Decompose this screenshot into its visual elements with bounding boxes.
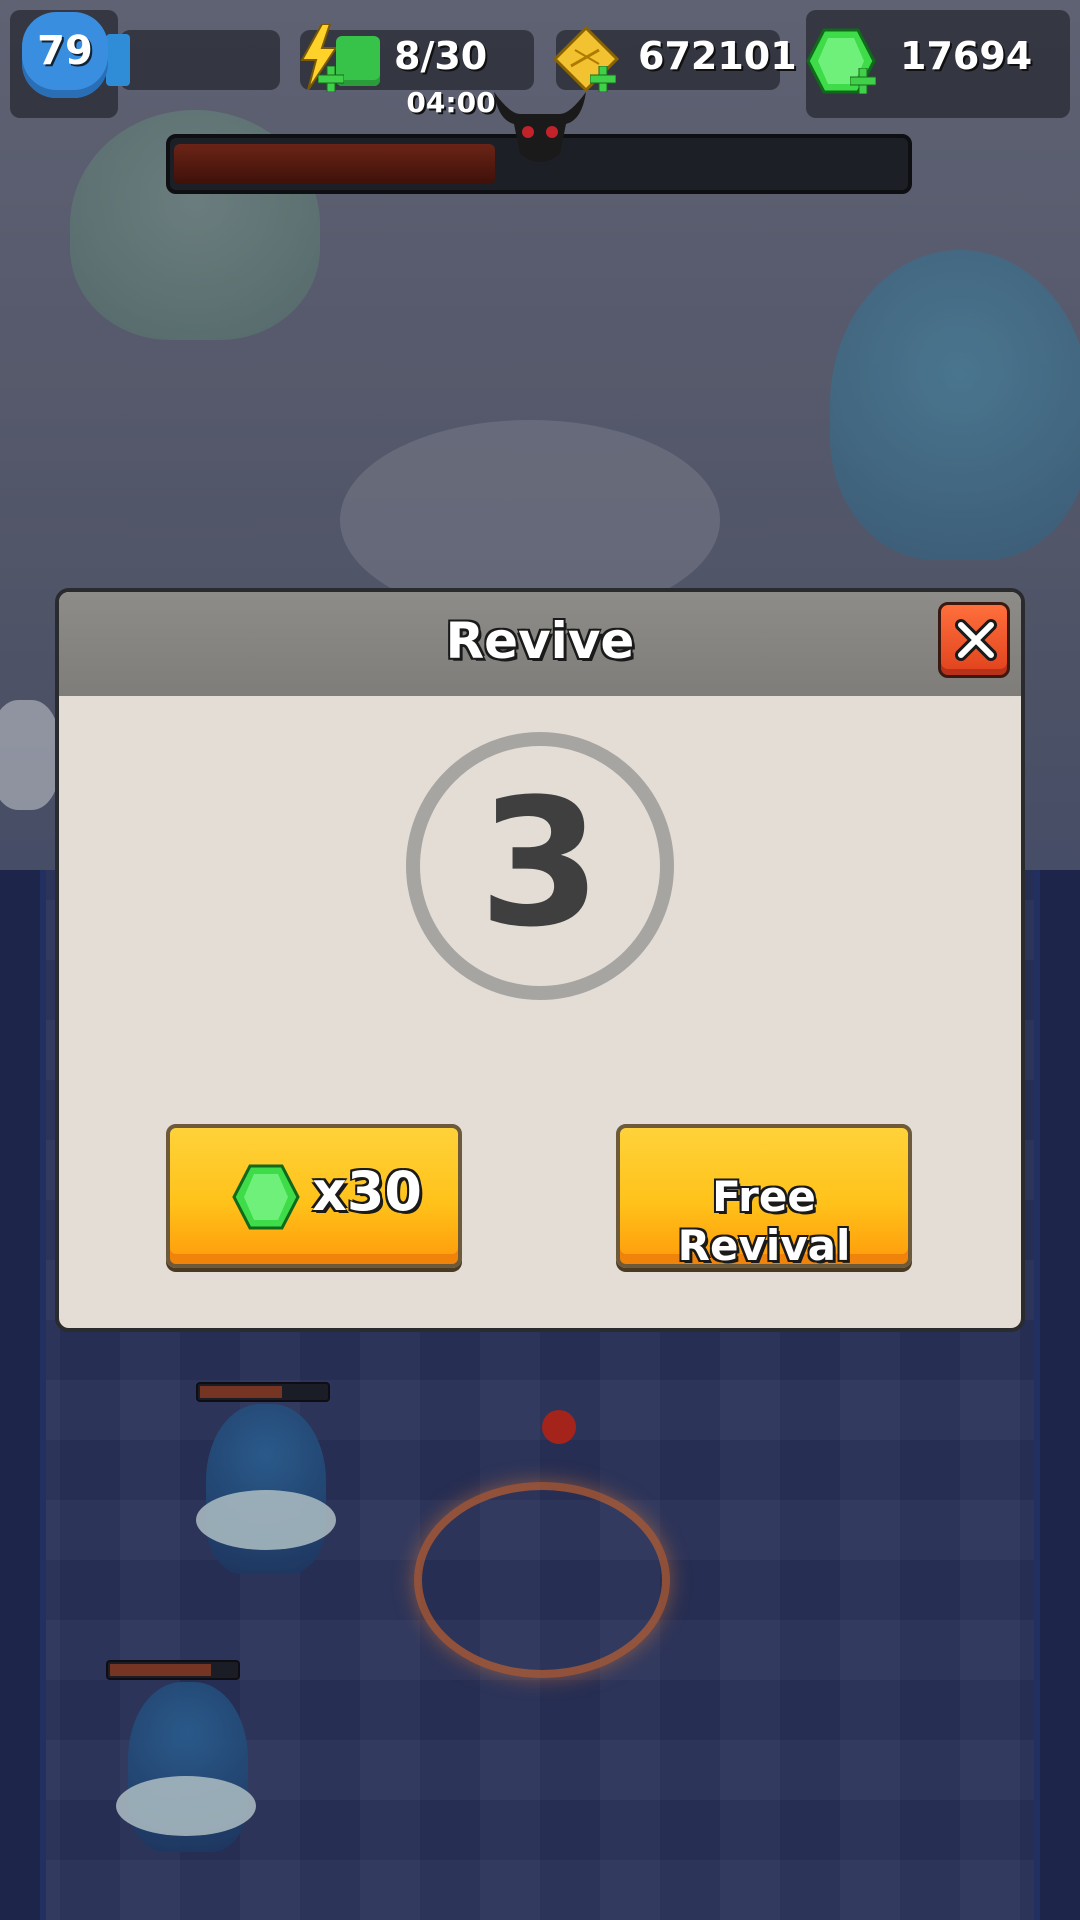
free-revival-button[interactable]: Free Revival [616, 1124, 912, 1270]
gem-icon [232, 1164, 300, 1230]
gem-cost-label: x30 [312, 1160, 422, 1223]
dialog-header: Revive [59, 592, 1021, 696]
energy-count: 8/30 [394, 34, 488, 78]
player-level: 79 [37, 28, 93, 74]
xp-bar [106, 34, 130, 86]
add-energy-icon[interactable] [318, 66, 344, 92]
free-revival-label: Free Revival [677, 1172, 851, 1270]
close-button[interactable] [938, 602, 1010, 678]
boss-skull-icon [494, 92, 586, 162]
gold-count: 672101 [638, 34, 797, 78]
add-gold-icon[interactable] [590, 66, 616, 92]
close-icon [955, 619, 997, 661]
gem-count: 17694 [900, 34, 1033, 78]
xp-panel [120, 30, 280, 90]
dialog-title: Revive [445, 612, 635, 670]
add-gems-icon[interactable] [850, 68, 876, 94]
boss-health-fill [174, 144, 496, 184]
gem-revive-button[interactable]: x30 [166, 1124, 462, 1268]
countdown-number: 3 [478, 761, 602, 966]
